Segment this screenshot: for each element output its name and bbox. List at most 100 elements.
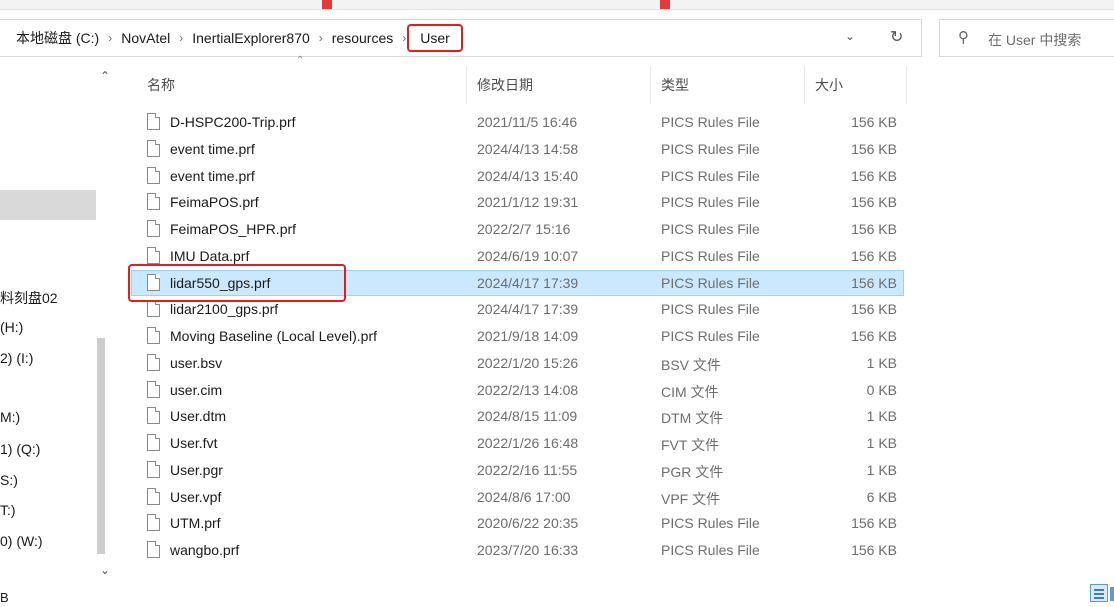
chevron-right-icon[interactable]: › bbox=[108, 31, 112, 45]
file-icon bbox=[147, 193, 160, 210]
breadcrumb-item-drive[interactable]: 本地磁盘 (C:) bbox=[14, 28, 101, 48]
file-name: FeimaPOS_HPR.prf bbox=[170, 221, 297, 237]
nav-item[interactable]: 2) (I:) bbox=[0, 350, 33, 366]
refresh-icon[interactable]: ↻ bbox=[890, 27, 903, 47]
file-date: 2021/1/12 19:31 bbox=[477, 194, 579, 210]
file-name: IMU Data.prf bbox=[170, 248, 250, 264]
file-name: wangbo.prf bbox=[170, 542, 240, 558]
file-type: PICS Rules File bbox=[661, 515, 760, 531]
status-text: B bbox=[0, 590, 9, 605]
file-name: user.cim bbox=[170, 382, 223, 398]
file-name: lidar2100_gps.prf bbox=[170, 301, 279, 317]
file-type: PICS Rules File bbox=[661, 168, 760, 184]
file-date: 2021/11/5 16:46 bbox=[477, 114, 578, 130]
file-size: 156 KB bbox=[851, 275, 897, 291]
file-name: FeimaPOS.prf bbox=[170, 194, 259, 210]
breadcrumb-item-inertialexplorer[interactable]: InertialExplorer870 bbox=[190, 30, 312, 46]
file-type: FVT 文件 bbox=[661, 437, 720, 453]
column-header-type[interactable]: 类型 bbox=[651, 66, 805, 104]
nav-item[interactable]: 1) (Q:) bbox=[0, 441, 40, 457]
column-header-label: 类型 bbox=[661, 77, 689, 93]
chevron-down-icon[interactable]: ⌄ bbox=[845, 29, 855, 43]
file-icon bbox=[147, 381, 160, 398]
file-date: 2024/4/17 17:39 bbox=[477, 275, 579, 291]
file-date: 2024/4/17 17:39 bbox=[477, 301, 579, 317]
file-name: UTM.prf bbox=[170, 515, 221, 531]
file-icon bbox=[147, 300, 160, 317]
file-date: 2024/8/6 17:00 bbox=[477, 489, 571, 505]
file-date: 2020/6/22 20:35 bbox=[477, 515, 579, 531]
column-header-size[interactable]: 大小 bbox=[805, 66, 907, 104]
file-size: 156 KB bbox=[851, 221, 897, 237]
scroll-up-icon[interactable]: ⌃ bbox=[100, 69, 110, 83]
search-input[interactable]: 在 User 中搜索 bbox=[988, 30, 1081, 50]
address-bar[interactable]: 本地磁盘 (C:) › NovAtel › InertialExplorer87… bbox=[0, 19, 922, 57]
file-icon bbox=[147, 434, 160, 451]
breadcrumb-item-current[interactable]: User bbox=[407, 24, 463, 52]
breadcrumb-item-novatel[interactable]: NovAtel bbox=[119, 30, 172, 46]
file-size: 1 KB bbox=[866, 462, 897, 478]
file-type: PICS Rules File bbox=[661, 328, 760, 344]
nav-item[interactable]: S:) bbox=[0, 472, 18, 488]
file-icon bbox=[147, 247, 160, 264]
file-name: D-HSPC200-Trip.prf bbox=[170, 114, 296, 130]
file-date: 2021/9/18 14:09 bbox=[477, 328, 579, 344]
column-header-label: 修改日期 bbox=[477, 77, 533, 93]
file-icon bbox=[147, 514, 160, 531]
nav-item[interactable]: M:) bbox=[0, 409, 20, 425]
file-icon bbox=[147, 140, 160, 157]
nav-item[interactable]: 料刻盘02 bbox=[0, 288, 58, 308]
scroll-down-icon[interactable]: ⌄ bbox=[100, 563, 110, 577]
file-date: 2023/7/20 16:33 bbox=[477, 542, 579, 558]
file-size: 156 KB bbox=[851, 141, 897, 157]
file-type: PICS Rules File bbox=[661, 114, 760, 130]
file-type: CIM 文件 bbox=[661, 384, 719, 400]
column-header-date[interactable]: 修改日期 bbox=[467, 66, 651, 104]
column-header-label: 大小 bbox=[815, 77, 843, 93]
file-date: 2022/2/16 11:55 bbox=[477, 462, 578, 478]
file-date: 2024/8/15 11:09 bbox=[477, 408, 578, 424]
file-name: event time.prf bbox=[170, 141, 255, 157]
file-size: 1 KB bbox=[866, 408, 897, 424]
window-top-strip bbox=[0, 0, 1114, 10]
column-header-name[interactable]: 名称 bbox=[131, 66, 467, 104]
nav-selected-item[interactable] bbox=[0, 190, 96, 220]
navigation-pane: 料刻盘02 (H:) 2) (I:) M:) 1) (Q:) S:) T:) 0… bbox=[0, 66, 112, 607]
chevron-right-icon[interactable]: › bbox=[319, 31, 323, 45]
file-type: PICS Rules File bbox=[661, 301, 760, 317]
file-type: PICS Rules File bbox=[661, 141, 760, 157]
file-icon bbox=[147, 113, 160, 130]
chevron-right-icon[interactable]: › bbox=[179, 31, 183, 45]
file-size: 156 KB bbox=[851, 248, 897, 264]
file-type: PICS Rules File bbox=[661, 248, 760, 264]
column-header-label: 名称 bbox=[147, 77, 175, 93]
file-icon bbox=[147, 167, 160, 184]
search-box[interactable]: ⚲ 在 User 中搜索 bbox=[939, 19, 1114, 57]
file-name: User.fvt bbox=[170, 435, 218, 451]
nav-item[interactable]: T:) bbox=[0, 502, 16, 518]
file-name: User.dtm bbox=[170, 408, 227, 424]
nav-item[interactable]: 0) (W:) bbox=[0, 533, 43, 549]
scrollbar-thumb[interactable] bbox=[97, 338, 105, 554]
file-name: user.bsv bbox=[170, 355, 223, 371]
file-size: 156 KB bbox=[851, 542, 897, 558]
file-date: 2022/1/20 15:26 bbox=[477, 355, 579, 371]
file-type: VPF 文件 bbox=[661, 491, 721, 507]
file-size: 156 KB bbox=[851, 301, 897, 317]
file-size: 156 KB bbox=[851, 515, 897, 531]
file-size: 1 KB bbox=[866, 355, 897, 371]
file-type: DTM 文件 bbox=[661, 410, 724, 426]
large-icons-view-icon[interactable] bbox=[1110, 587, 1114, 601]
breadcrumb: 本地磁盘 (C:) › NovAtel › InertialExplorer87… bbox=[14, 20, 463, 56]
file-size: 6 KB bbox=[866, 489, 897, 505]
file-date: 2022/1/26 16:48 bbox=[477, 435, 579, 451]
breadcrumb-item-resources[interactable]: resources bbox=[330, 30, 395, 46]
annotation-mark bbox=[660, 0, 670, 9]
chevron-right-icon[interactable]: › bbox=[402, 31, 406, 45]
details-view-icon[interactable] bbox=[1090, 584, 1108, 602]
file-type: PICS Rules File bbox=[661, 194, 760, 210]
file-type: PICS Rules File bbox=[661, 542, 760, 558]
file-icon bbox=[147, 354, 160, 371]
nav-item[interactable]: (H:) bbox=[0, 319, 23, 335]
file-date: 2022/2/13 14:08 bbox=[477, 382, 579, 398]
